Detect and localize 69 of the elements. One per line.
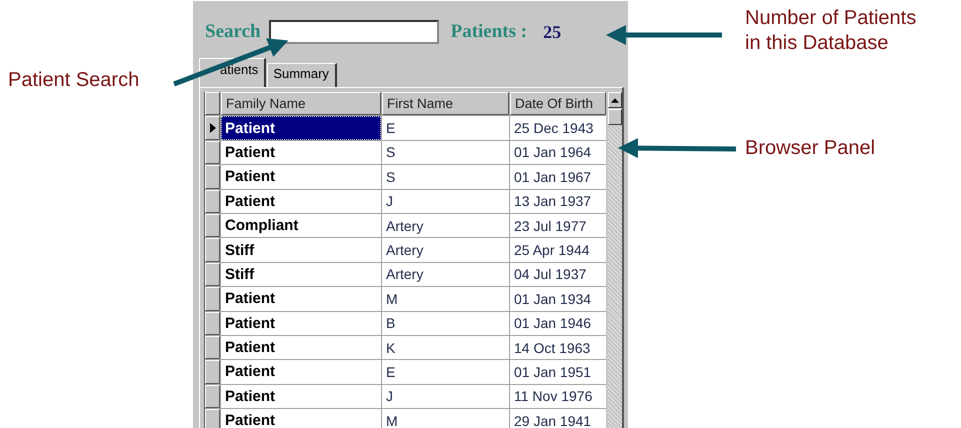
column-header[interactable]: Date Of Birth <box>510 92 606 116</box>
table-cell: Stiff <box>221 238 381 262</box>
patient-count-label: Patients : <box>450 21 528 43</box>
table-cell: Patient <box>221 360 381 384</box>
table-cell: 01 Jan 1951 <box>510 360 606 384</box>
row-selector[interactable] <box>205 409 220 428</box>
row-selector[interactable] <box>205 116 220 140</box>
table-cell: S <box>382 140 509 164</box>
column-header[interactable]: First Name <box>382 92 509 116</box>
table-cell: E <box>382 360 509 384</box>
table-cell: M <box>382 287 509 311</box>
tab[interactable]: Summary <box>267 63 337 87</box>
table-cell: J <box>382 384 509 408</box>
table-cell: K <box>382 336 509 360</box>
table-cell: 13 Jan 1937 <box>510 190 606 213</box>
table-cell: S <box>382 165 509 189</box>
table-cell: 01 Jan 1946 <box>510 312 606 335</box>
row-selector[interactable] <box>205 238 220 262</box>
up-arrow-icon <box>611 98 619 102</box>
table-cell: 01 Jan 1967 <box>510 165 606 189</box>
row-selector[interactable] <box>205 312 220 335</box>
table-cell: Patient <box>221 336 381 360</box>
corner-cell <box>205 92 220 116</box>
table-cell: Stiff <box>221 262 381 286</box>
table-cell: Patient <box>221 190 381 213</box>
row-selector[interactable] <box>205 214 220 238</box>
table-cell: J <box>382 190 509 213</box>
table-cell: Artery <box>382 238 509 262</box>
row-selector[interactable] <box>205 190 220 213</box>
row-selector[interactable] <box>205 140 220 164</box>
table-cell: 23 Jul 1977 <box>510 214 606 238</box>
table-cell: Patient <box>221 312 381 335</box>
row-selector[interactable] <box>205 262 220 286</box>
table-cell: E <box>382 116 509 140</box>
patient-count: 25 <box>543 22 562 42</box>
table-cell: Compliant <box>221 214 381 238</box>
row-selector[interactable] <box>205 384 220 408</box>
table-cell: 11 Nov 1976 <box>510 384 606 408</box>
current-row-icon <box>208 122 216 134</box>
search-label: Search <box>205 21 261 43</box>
table-cell: 01 Jan 1964 <box>510 140 606 164</box>
table-cell: Artery <box>382 262 509 286</box>
row-selector[interactable] <box>205 360 220 384</box>
table-cell: 14 Oct 1963 <box>510 336 606 360</box>
table-cell: Patient <box>221 384 381 408</box>
row-selector[interactable] <box>205 287 220 311</box>
table-cell: Patient <box>221 140 381 164</box>
callout-label: Number of Patients in this Database <box>745 6 916 56</box>
row-selector[interactable] <box>205 165 220 189</box>
table-cell: Patient <box>221 287 381 311</box>
table-cell: Artery <box>382 214 509 238</box>
table-cell: 25 Apr 1944 <box>510 238 606 262</box>
table-cell: 04 Jul 1937 <box>510 262 606 286</box>
table-cell: 25 Dec 1943 <box>510 116 606 140</box>
table-cell: M <box>382 409 509 428</box>
column-header[interactable]: Family Name <box>221 92 381 116</box>
callout-label: Patient Search <box>8 68 140 93</box>
table-cell: Patient <box>221 409 381 428</box>
table-cell: B <box>382 312 509 335</box>
table-cell: Patient <box>221 116 381 140</box>
search-field[interactable] <box>268 20 439 44</box>
scroll-thumb[interactable] <box>608 109 622 125</box>
scrollbar[interactable] <box>608 92 622 428</box>
table-cell: 01 Jan 1934 <box>510 287 606 311</box>
row-selector[interactable] <box>205 336 220 360</box>
table-cell: Patient <box>221 165 381 189</box>
callout-label: Browser Panel <box>745 136 876 161</box>
scroll-up-button[interactable] <box>608 92 622 108</box>
table-cell: 29 Jan 1941 <box>510 409 606 428</box>
